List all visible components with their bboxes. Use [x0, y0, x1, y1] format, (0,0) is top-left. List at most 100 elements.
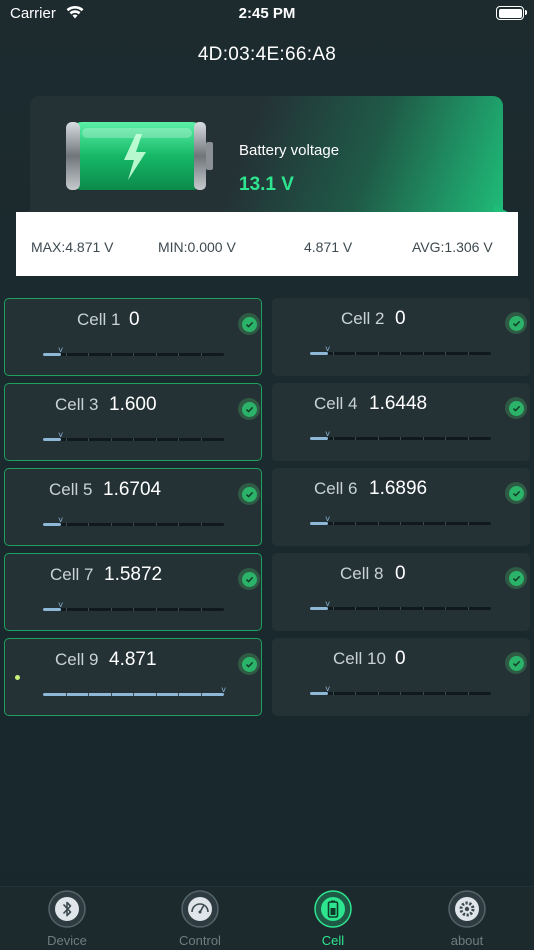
check-icon[interactable]: [505, 397, 527, 419]
slider-tick: [178, 608, 179, 611]
cell-label: Cell 7: [50, 565, 94, 584]
tab-about[interactable]: about: [400, 887, 534, 950]
battery-cell-icon: [314, 890, 352, 928]
cell-card: Cell 10 0 ˅: [272, 638, 530, 716]
slider-tick: [155, 438, 157, 441]
slider-thumb: ˅: [58, 515, 64, 525]
check-icon[interactable]: [505, 482, 527, 504]
slider-thumb: ˅: [221, 685, 227, 695]
slider-tick: [110, 523, 112, 526]
slider-tick: [155, 608, 157, 611]
slider-tick: [65, 438, 67, 441]
slider-tick: [400, 352, 401, 355]
tab-label: Device: [47, 933, 87, 948]
slider-tick: [200, 608, 202, 611]
slider-tick: [445, 352, 446, 355]
slider-thumb: ˅: [325, 429, 331, 439]
check-icon[interactable]: [238, 483, 260, 505]
cell-label: Cell 9: [55, 650, 99, 669]
tab-cell[interactable]: Cell: [266, 887, 400, 950]
max-voltage: MAX:4.871 V: [31, 239, 114, 255]
slider-tick: [422, 607, 424, 610]
cell-card: Cell 1 0 ˅: [4, 298, 262, 376]
battery-voltage-value: 13.1 V: [239, 174, 294, 195]
slider-tick: [133, 608, 134, 611]
voltage-difference: 4.871 V: [304, 239, 353, 255]
slider-tick: [445, 692, 446, 695]
battery-voltage-card: Battery voltage 13.1 V: [30, 96, 503, 226]
check-icon[interactable]: [238, 568, 260, 590]
slider-tick: [178, 353, 179, 356]
slider-tick: [65, 693, 67, 696]
slider-tick: [467, 692, 469, 695]
check-icon[interactable]: [505, 652, 527, 674]
slider-tick: [332, 437, 334, 440]
slider-tick: [110, 693, 112, 696]
cell-voltage-value: 1.6896: [369, 478, 428, 499]
slider-tick: [377, 352, 379, 355]
cell-level-slider: ˅: [310, 344, 491, 355]
cell-label: Cell 1: [77, 310, 121, 329]
slider-tick: [422, 522, 424, 525]
slider-tick: [355, 437, 356, 440]
cell-level-slider: ˅: [43, 600, 224, 611]
cell-label: Cell 10: [333, 649, 386, 668]
min-voltage: MIN:0.000 V: [158, 239, 236, 255]
dashboard-gauge-icon: [181, 890, 219, 928]
slider-tick: [110, 608, 112, 611]
slider-tick: [445, 607, 446, 610]
tab-control[interactable]: Control: [133, 887, 267, 950]
cell-label: Cell 5: [49, 480, 93, 499]
slider-thumb: ˅: [58, 430, 64, 440]
slider-tick: [422, 692, 424, 695]
cell-voltage-value: 0: [395, 563, 406, 584]
cell-level-slider: ˅: [43, 515, 224, 526]
tab-device[interactable]: Device: [0, 887, 134, 950]
cell-card: Cell 8 0 ˅: [272, 553, 530, 631]
check-icon[interactable]: [238, 313, 260, 335]
battery-icon: [66, 122, 213, 190]
check-icon[interactable]: [505, 312, 527, 334]
slider-tick: [467, 522, 469, 525]
cell-label: Cell 8: [340, 564, 384, 583]
cell-card: Cell 4 1.6448 ˅: [272, 383, 530, 461]
voltage-stats-bar: MAX:4.871 V MIN:0.000 V 4.871 V AVG:1.30…: [16, 212, 518, 276]
slider-tick: [355, 692, 356, 695]
avg-voltage: AVG:1.306 V: [412, 239, 493, 255]
battery-voltage-label: Battery voltage: [239, 142, 340, 159]
slider-tick: [332, 692, 334, 695]
slider-tick: [400, 522, 401, 525]
bluetooth-icon: [48, 890, 86, 928]
cell-card: Cell 6 1.6896 ˅: [272, 468, 530, 546]
tab-label: Cell: [321, 933, 345, 948]
check-icon[interactable]: [505, 567, 527, 589]
slider-tick: [178, 693, 179, 696]
cell-label: Cell 3: [55, 395, 99, 414]
slider-thumb: ˅: [325, 599, 331, 609]
check-icon[interactable]: [238, 653, 260, 675]
cell-voltage-value: 0: [129, 309, 140, 330]
slider-tick: [133, 353, 134, 356]
slider-tick: [400, 437, 401, 440]
slider-tick: [200, 693, 202, 696]
cell-voltage-value: 1.5872: [104, 564, 163, 585]
battery-status-icon: [496, 6, 527, 20]
check-icon[interactable]: [238, 398, 260, 420]
slider-tick: [377, 607, 379, 610]
slider-tick: [422, 437, 424, 440]
cell-voltage-value: 1.600: [109, 394, 157, 415]
cell-voltage-value: 0: [395, 648, 406, 669]
slider-tick: [400, 692, 401, 695]
cell-card: Cell 7 1.5872 ˅: [4, 553, 262, 631]
slider-tick: [332, 352, 334, 355]
slider-thumb: ˅: [58, 600, 64, 610]
slider-tick: [88, 438, 89, 441]
slider-tick: [200, 523, 202, 526]
slider-tick: [110, 353, 112, 356]
slider-tick: [422, 352, 424, 355]
slider-tick: [445, 522, 446, 525]
slider-tick: [65, 353, 67, 356]
clock: 2:45 PM: [238, 5, 296, 22]
cell-card: Cell 9 4.871 ˅: [4, 638, 262, 716]
slider-thumb: ˅: [325, 514, 331, 524]
